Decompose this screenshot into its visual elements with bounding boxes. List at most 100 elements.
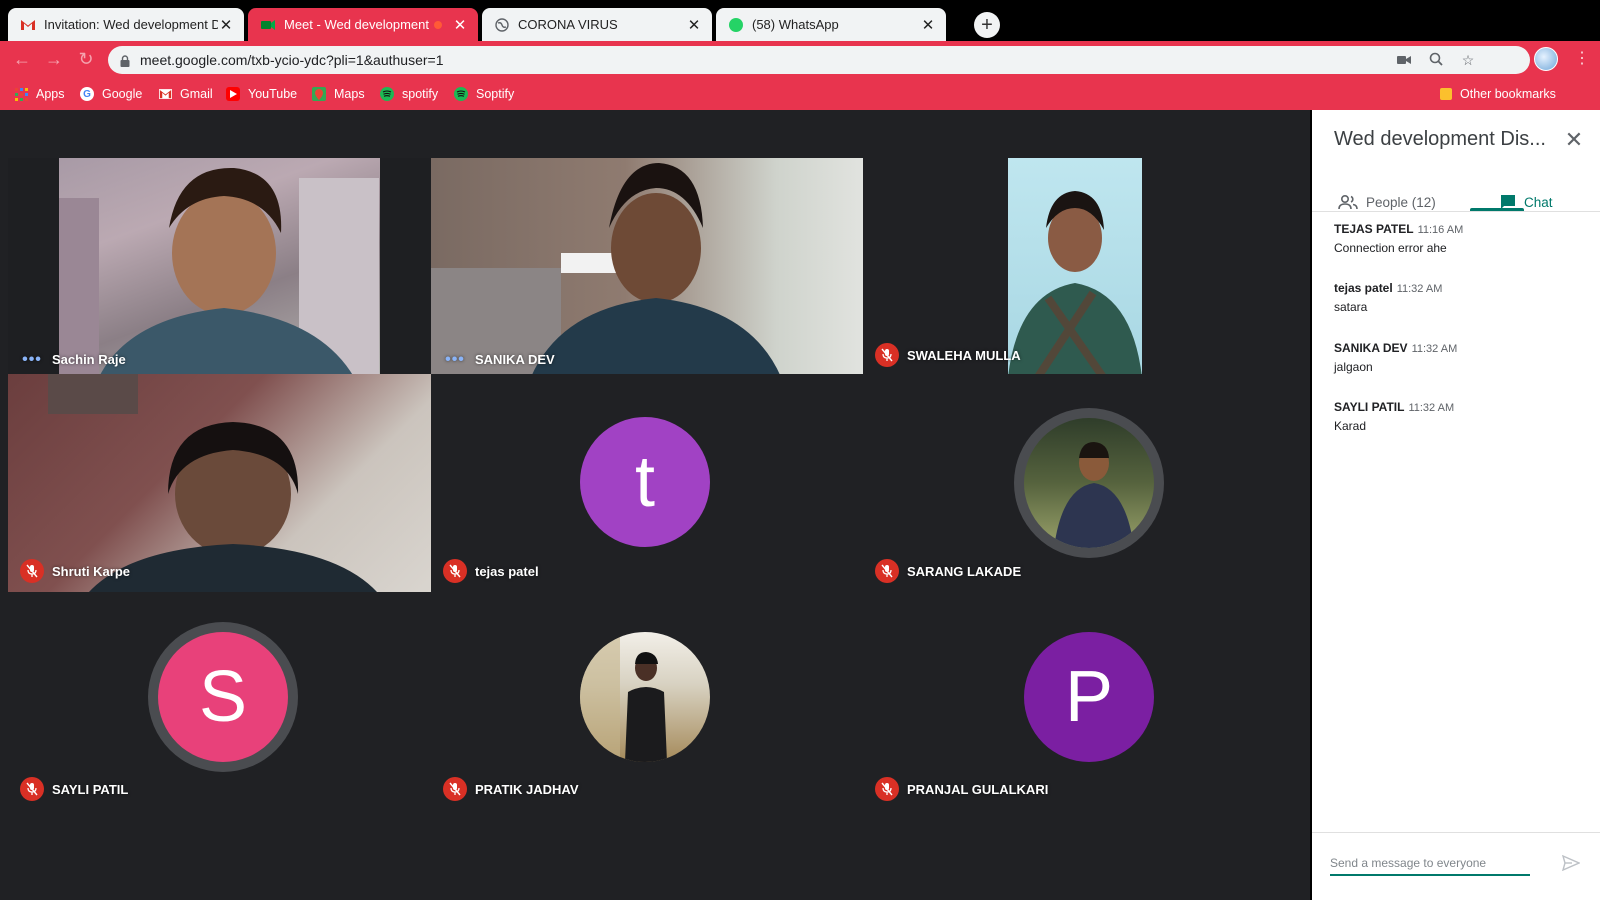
mic-off-icon bbox=[875, 777, 899, 801]
bookmark-label: Maps bbox=[334, 87, 365, 101]
tab-corona-virus[interactable]: CORONA VIRUS ✕ bbox=[482, 8, 712, 41]
bookmark-label: Gmail bbox=[180, 87, 213, 101]
close-icon[interactable]: ✕ bbox=[1564, 129, 1584, 151]
tab-people[interactable]: People (12) bbox=[1338, 180, 1436, 224]
video-feed bbox=[1008, 158, 1142, 377]
participant-name-label: ••• Sachin Raje bbox=[20, 350, 126, 368]
message-author: SANIKA DEV bbox=[1334, 341, 1408, 355]
camera-icon[interactable] bbox=[1396, 52, 1412, 68]
url-text: meet.google.com/txb-ycio-ydc?pli=1&authu… bbox=[140, 52, 444, 68]
participant-name: tejas patel bbox=[475, 563, 539, 579]
participant-tile[interactable]: P PRANJAL GULALKARI bbox=[863, 592, 1295, 811]
bookmark-apps[interactable]: Apps bbox=[14, 84, 65, 104]
address-bar[interactable]: meet.google.com/txb-ycio-ydc?pli=1&authu… bbox=[108, 46, 1530, 74]
bookmark-label: Google bbox=[102, 87, 143, 101]
participant-name: Sachin Raje bbox=[52, 352, 126, 367]
chat-message: tejas patel 11:32 AM satara bbox=[1334, 281, 1442, 314]
meeting-stage: ••• Sachin Raje ••• SANIKA DEV SWALEHA M… bbox=[0, 110, 1310, 900]
participant-tile[interactable]: Shruti Karpe bbox=[8, 374, 431, 593]
tab-meet[interactable]: Meet - Wed development D ✕ bbox=[248, 8, 478, 41]
bookmark-spotify[interactable]: spotify bbox=[380, 84, 438, 104]
bookmark-maps[interactable]: Maps bbox=[312, 84, 365, 104]
lock-icon bbox=[120, 54, 130, 67]
participant-name-label: PRANJAL GULALKARI bbox=[875, 777, 1048, 801]
participant-tile[interactable]: ••• Sachin Raje bbox=[8, 158, 440, 377]
message-author: TEJAS PATEL bbox=[1334, 222, 1414, 236]
avatar-letter: P bbox=[1064, 657, 1114, 737]
star-icon[interactable]: ☆ bbox=[1460, 52, 1476, 68]
forward-arrow-icon[interactable]: → bbox=[44, 49, 64, 69]
tab-whatsapp[interactable]: (58) WhatsApp ✕ bbox=[716, 8, 946, 41]
tab-strip: Invitation: Wed development Dis ✕ Meet -… bbox=[0, 0, 1600, 41]
new-tab-button[interactable]: + bbox=[974, 12, 1000, 38]
zoom-icon[interactable] bbox=[1428, 52, 1444, 68]
participant-tile[interactable]: SARANG LAKADE bbox=[863, 374, 1295, 593]
participant-tile[interactable]: SWALEHA MULLA bbox=[863, 158, 1295, 377]
browser-toolbar: ← → ↻ meet.google.com/txb-ycio-ydc?pli=1… bbox=[0, 41, 1600, 77]
mic-off-icon bbox=[875, 343, 899, 367]
close-icon[interactable]: ✕ bbox=[920, 16, 936, 34]
bookmark-youtube[interactable]: YouTube bbox=[226, 84, 297, 104]
meeting-side-panel: Wed development Dis... ✕ People (12) Cha… bbox=[1312, 110, 1600, 900]
chat-message-input[interactable] bbox=[1330, 852, 1530, 876]
tab-title: (58) WhatsApp bbox=[752, 17, 839, 32]
speaking-indicator-icon: ••• bbox=[445, 350, 465, 368]
more-menu-icon[interactable]: ⋮ bbox=[1574, 50, 1590, 68]
bookmark-gmail[interactable]: Gmail bbox=[158, 84, 213, 104]
tab-label: Chat bbox=[1524, 194, 1553, 210]
maps-icon bbox=[312, 87, 326, 101]
participant-tile[interactable]: ••• SANIKA DEV bbox=[431, 158, 863, 377]
chat-message: SAYLI PATIL 11:32 AM Karad bbox=[1334, 400, 1454, 433]
participant-name: SANIKA DEV bbox=[475, 352, 555, 367]
reload-icon[interactable]: ↻ bbox=[76, 49, 96, 69]
close-icon[interactable]: ✕ bbox=[686, 16, 702, 34]
participant-name-label: SAYLI PATIL bbox=[20, 777, 128, 801]
message-time: 11:32 AM bbox=[1408, 402, 1455, 414]
chat-message: SANIKA DEV 11:32 AM jalgaon bbox=[1334, 341, 1457, 374]
mic-off-icon bbox=[875, 559, 899, 583]
participant-tile[interactable]: PRATIK JADHAV bbox=[431, 592, 863, 811]
gmail-icon bbox=[158, 87, 172, 101]
message-text: Karad bbox=[1334, 419, 1367, 433]
tab-chat[interactable]: Chat bbox=[1500, 180, 1553, 224]
participant-name-label: ••• SANIKA DEV bbox=[443, 350, 555, 368]
mic-off-icon bbox=[20, 777, 44, 801]
plus-icon: + bbox=[981, 14, 993, 36]
message-author: SAYLI PATIL bbox=[1334, 400, 1405, 414]
message-time: 11:32 AM bbox=[1411, 343, 1458, 355]
tab-title: CORONA VIRUS bbox=[518, 17, 618, 32]
send-icon[interactable] bbox=[1561, 854, 1581, 873]
participant-name-label: SARANG LAKADE bbox=[875, 559, 1021, 583]
profile-avatar[interactable] bbox=[1534, 47, 1558, 71]
close-icon[interactable]: ✕ bbox=[452, 16, 468, 34]
message-author: tejas patel bbox=[1334, 281, 1393, 295]
participant-tile[interactable]: S SAYLI PATIL bbox=[8, 592, 431, 811]
tab-label: People (12) bbox=[1366, 194, 1436, 210]
tab-gmail-invitation[interactable]: Invitation: Wed development Dis ✕ bbox=[8, 8, 244, 41]
video-feed bbox=[59, 158, 380, 377]
participant-name-label: PRATIK JADHAV bbox=[443, 777, 579, 801]
message-time: 11:16 AM bbox=[1417, 224, 1464, 236]
bookmark-label: Soptify bbox=[476, 87, 515, 101]
speaking-indicator-icon: ••• bbox=[22, 350, 42, 368]
close-icon[interactable]: ✕ bbox=[218, 16, 234, 34]
bookmark-label: Other bookmarks bbox=[1460, 87, 1556, 101]
mic-off-icon bbox=[443, 559, 467, 583]
participant-name: SWALEHA MULLA bbox=[907, 347, 1021, 363]
folder-icon bbox=[1440, 88, 1452, 100]
panel-title: Wed development Dis... bbox=[1334, 128, 1546, 150]
bookmarks-bar: Apps G Google Gmail YouTube Maps spotify… bbox=[0, 77, 1600, 110]
google-icon: G bbox=[80, 87, 94, 101]
bookmark-google[interactable]: G Google bbox=[80, 84, 142, 104]
participant-tile[interactable]: t tejas patel bbox=[431, 374, 863, 593]
bookmark-soptify[interactable]: Soptify bbox=[454, 84, 514, 104]
gmail-icon bbox=[20, 17, 36, 33]
back-arrow-icon[interactable]: ← bbox=[12, 49, 32, 69]
composer-divider bbox=[1312, 832, 1600, 833]
whatsapp-icon bbox=[728, 17, 744, 33]
spotify-icon bbox=[380, 87, 394, 101]
bookmark-other[interactable]: Other bookmarks bbox=[1440, 84, 1556, 104]
avatar bbox=[1024, 418, 1154, 548]
panel-divider bbox=[1312, 211, 1600, 212]
recording-dot-icon bbox=[430, 17, 446, 33]
